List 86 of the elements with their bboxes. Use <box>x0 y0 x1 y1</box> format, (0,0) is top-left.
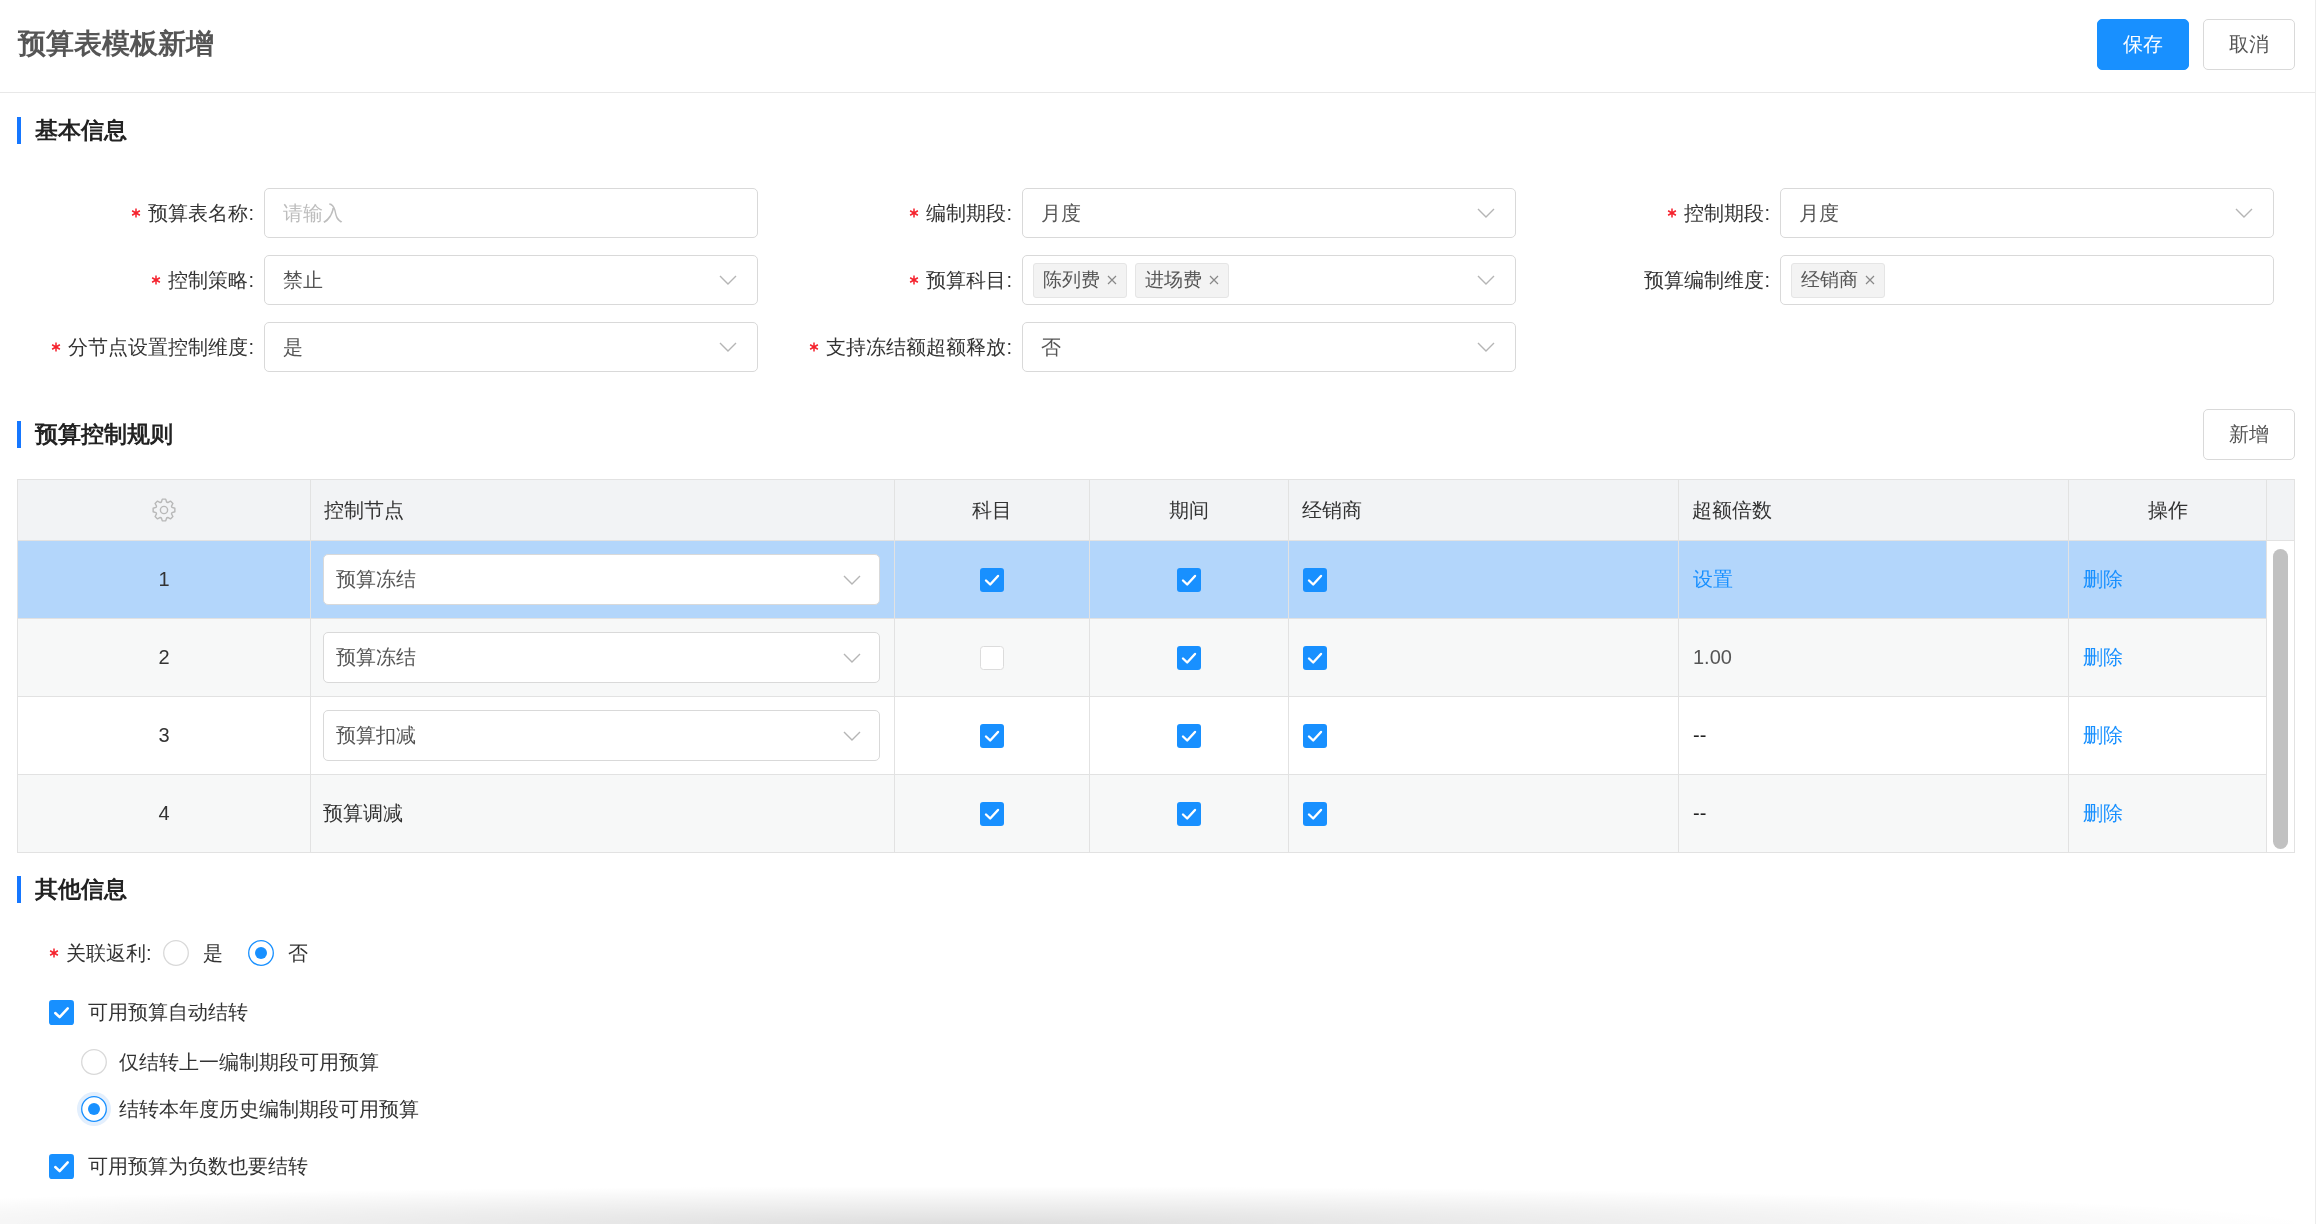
node-select[interactable]: 预算冻结 <box>323 632 880 683</box>
column-header: 科目 <box>895 480 1090 540</box>
table-row[interactable]: 1 预算冻结 设置 删除 <box>18 541 2266 619</box>
excess-multiplier: 1.00 <box>1693 646 1732 669</box>
chevron-down-icon <box>719 342 737 352</box>
checkbox[interactable] <box>1177 645 1201 670</box>
chevron-down-icon <box>1477 342 1495 352</box>
row-number: 2 <box>158 646 170 669</box>
checkbox[interactable] <box>1303 645 1327 670</box>
close-icon[interactable] <box>1209 275 1219 285</box>
close-icon[interactable] <box>1107 275 1117 285</box>
field-label: 分节点设置控制维度: <box>68 334 254 360</box>
checkbox[interactable] <box>980 645 1004 670</box>
column-header: 操作 <box>2069 480 2267 540</box>
checkbox[interactable] <box>1177 801 1201 826</box>
field-label: 关联返利: <box>66 940 152 966</box>
chevron-down-icon <box>843 730 861 741</box>
field-label: 控制期段: <box>1684 200 1770 226</box>
field-label: 预算表名称: <box>148 200 254 226</box>
chevron-down-icon <box>843 652 861 663</box>
chevron-down-icon <box>719 275 737 285</box>
scrollbar-thumb[interactable] <box>2273 549 2288 849</box>
section-title: 预算控制规则 <box>35 419 173 449</box>
select-field[interactable]: 是 <box>264 322 758 372</box>
field-label: 支持冻结额超额释放: <box>826 334 1012 360</box>
checkbox[interactable] <box>1303 567 1327 592</box>
checkbox-label[interactable]: 可用预算为负数也要结转 <box>88 1152 308 1180</box>
select-field[interactable]: 月度 <box>1780 188 2274 238</box>
tag-select[interactable]: 陈列费 进场费 <box>1022 255 1516 305</box>
select-field[interactable]: 禁止 <box>264 255 758 305</box>
checkbox[interactable] <box>1303 723 1327 748</box>
settings-icon[interactable] <box>152 498 176 522</box>
tag[interactable]: 陈列费 <box>1033 262 1127 298</box>
excess-multiplier: -- <box>1693 724 1707 747</box>
row-number: 4 <box>158 802 170 825</box>
row-number: 3 <box>158 724 170 747</box>
select-field[interactable]: 月度 <box>1022 188 1516 238</box>
checkbox[interactable] <box>49 1153 74 1179</box>
checkbox[interactable] <box>980 801 1004 826</box>
radio-label[interactable]: 否 <box>287 939 308 967</box>
checkbox[interactable] <box>1177 567 1201 592</box>
checkbox[interactable] <box>49 999 74 1025</box>
radio-button[interactable] <box>247 940 274 966</box>
column-header: 经销商 <box>1289 480 1679 540</box>
chevron-down-icon <box>1477 275 1495 285</box>
checkbox-label[interactable]: 可用预算自动结转 <box>88 998 248 1026</box>
field-label: 编制期段: <box>926 200 1012 226</box>
radio-button[interactable] <box>77 1092 111 1126</box>
table-row[interactable]: 3 预算扣减 -- 删除 <box>18 697 2266 775</box>
checkbox[interactable] <box>1303 801 1327 826</box>
section-title: 其他信息 <box>35 874 127 904</box>
section-accent-bar <box>17 875 21 903</box>
select-field[interactable]: 否 <box>1022 322 1516 372</box>
field-label: 控制策略: <box>168 267 254 293</box>
table-row[interactable]: 4 预算调减 -- 删除 <box>18 775 2266 852</box>
radio-label[interactable]: 是 <box>202 939 223 967</box>
node-select[interactable]: 预算扣减 <box>323 710 880 761</box>
checkbox[interactable] <box>980 723 1004 748</box>
section-accent-bar <box>17 420 21 448</box>
excess-multiplier: -- <box>1693 802 1707 825</box>
table-row[interactable]: 2 预算冻结 1.00 删除 <box>18 619 2266 697</box>
cancel-button[interactable]: 取消 <box>2203 18 2295 70</box>
column-header: 控制节点 <box>311 480 895 540</box>
checkbox[interactable] <box>1177 723 1201 748</box>
column-header: 超额倍数 <box>1679 480 2069 540</box>
row-number: 1 <box>158 568 170 591</box>
section-title: 基本信息 <box>35 115 127 145</box>
close-icon[interactable] <box>1865 275 1875 285</box>
checkbox[interactable] <box>980 567 1004 592</box>
add-button[interactable]: 新增 <box>2203 408 2295 460</box>
node-text: 预算调减 <box>323 801 403 826</box>
page-title: 预算表模板新增 <box>18 27 214 61</box>
column-header: 期间 <box>1090 480 1289 540</box>
radio-label[interactable]: 仅结转上一编制期段可用预算 <box>119 1048 379 1076</box>
radio-label[interactable]: 结转本年度历史编制期段可用预算 <box>119 1095 419 1123</box>
chevron-down-icon <box>2235 208 2253 218</box>
tag[interactable]: 经销商 <box>1791 262 1885 298</box>
node-select[interactable]: 预算冻结 <box>323 554 880 605</box>
field-label: 预算编制维度: <box>1644 267 1770 293</box>
text-input[interactable]: 请输入 <box>264 188 758 238</box>
chevron-down-icon <box>843 574 861 585</box>
tag[interactable]: 进场费 <box>1135 262 1229 298</box>
section-accent-bar <box>17 116 21 144</box>
chevron-down-icon <box>1477 208 1495 218</box>
field-label: 预算科目: <box>926 267 1012 293</box>
tag-input[interactable]: 经销商 <box>1780 255 2274 305</box>
